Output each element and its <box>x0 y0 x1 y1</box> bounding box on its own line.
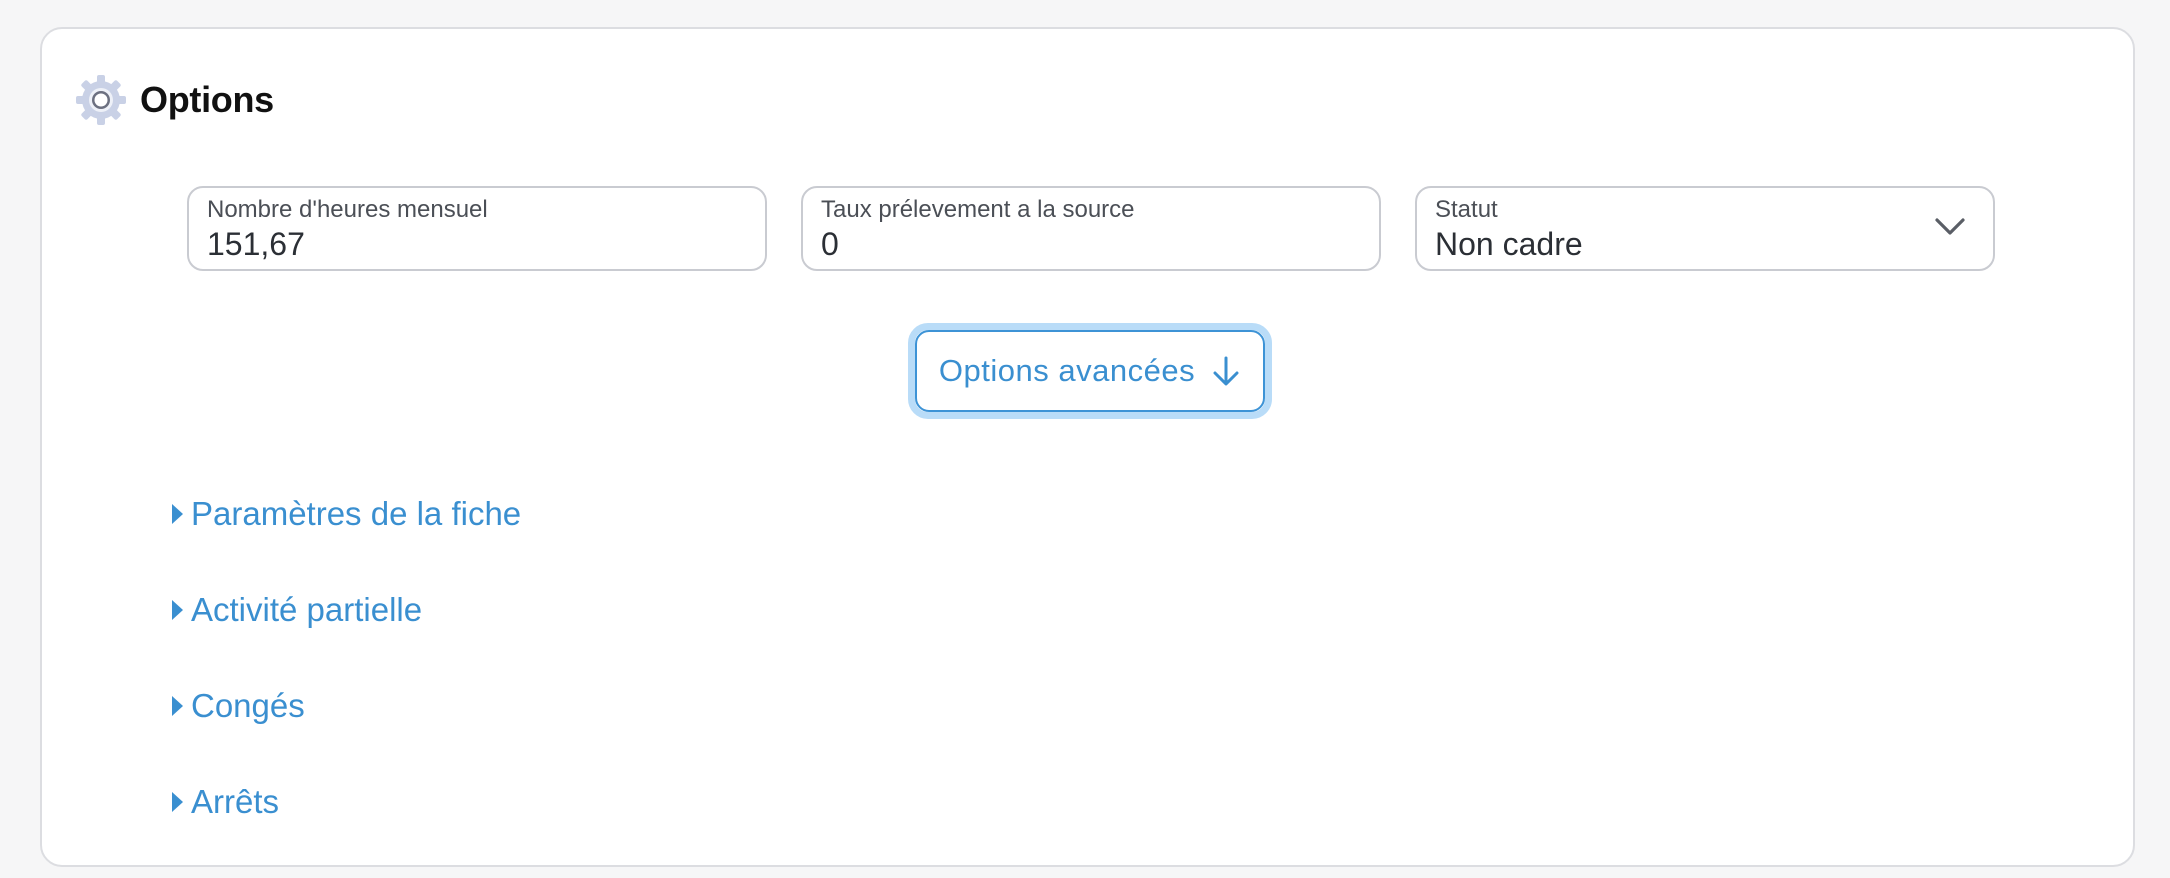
section-conges[interactable]: Congés <box>172 686 521 726</box>
section-label: Activité partielle <box>191 591 423 628</box>
withholding-rate-input[interactable] <box>821 226 1341 263</box>
advanced-options-button[interactable]: Options avancées <box>915 330 1265 412</box>
status-value: Non cadre <box>1435 226 1583 262</box>
gear-icon <box>76 75 126 125</box>
chevron-down-icon <box>1935 218 1965 235</box>
withholding-rate-label: Taux prélevement a la source <box>821 196 1135 223</box>
options-card: Options Nombre d'heures mensuel Taux pré… <box>40 27 2135 867</box>
section-label: Arrêts <box>191 783 280 820</box>
card-header: Options <box>74 73 274 127</box>
arrow-down-icon <box>1213 356 1239 386</box>
page-title: Options <box>140 79 274 120</box>
status-label: Statut <box>1435 196 1498 223</box>
withholding-rate-field[interactable]: Taux prélevement a la source <box>801 186 1381 271</box>
section-parametres-fiche[interactable]: Paramètres de la fiche <box>172 494 521 534</box>
collapsible-sections: Paramètres de la fiche Activité partiell… <box>172 494 521 878</box>
status-select[interactable]: Statut Non cadre <box>1415 186 1995 271</box>
advanced-options-focus-ring: Options avancées <box>908 323 1272 419</box>
monthly-hours-input[interactable] <box>207 226 727 263</box>
caret-right-icon <box>172 696 183 716</box>
section-activite-partielle[interactable]: Activité partielle <box>172 590 521 630</box>
caret-right-icon <box>172 792 183 812</box>
caret-right-icon <box>172 504 183 524</box>
section-label: Congés <box>191 687 305 724</box>
section-arrets[interactable]: Arrêts <box>172 782 521 822</box>
advanced-options-label: Options avancées <box>938 353 1196 388</box>
form-fields: Nombre d'heures mensuel Taux prélevement… <box>187 186 1995 271</box>
caret-right-icon <box>172 600 183 620</box>
monthly-hours-label: Nombre d'heures mensuel <box>207 196 488 223</box>
section-label: Paramètres de la fiche <box>191 495 522 532</box>
monthly-hours-field[interactable]: Nombre d'heures mensuel <box>187 186 767 271</box>
